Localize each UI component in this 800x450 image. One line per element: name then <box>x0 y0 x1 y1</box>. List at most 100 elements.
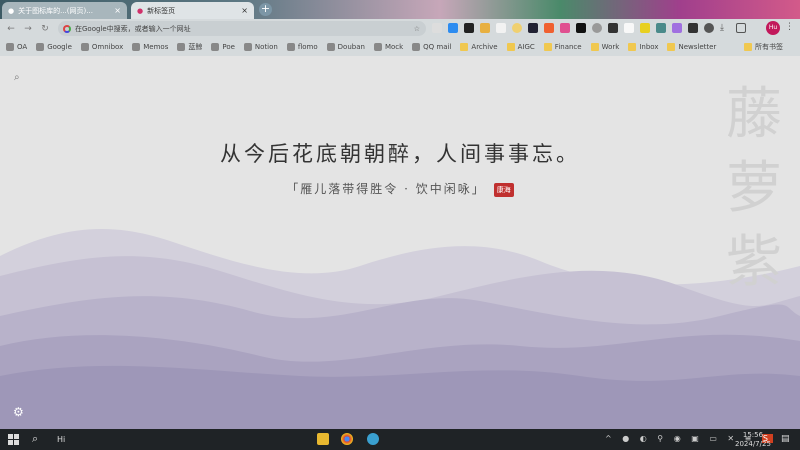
bookmark-label: OA <box>17 43 28 51</box>
forward-icon[interactable]: → <box>22 24 34 34</box>
browser-toolbar: ← → ↻ 在Google中搜索，或者输入一个网址 ☆ ⤓ Hu ⋮ <box>0 19 800 38</box>
bookmark-favicon-icon <box>177 43 186 51</box>
puzzle-icon[interactable] <box>704 23 714 33</box>
vertical-title: 藤 萝 紫 <box>724 78 784 300</box>
tab-title: 关于图标库的...(网页)... <box>18 6 93 15</box>
extension-icon[interactable] <box>656 23 666 33</box>
bookmark-favicon-icon <box>326 43 335 51</box>
address-placeholder: 在Google中搜索，或者输入一个网址 <box>75 24 191 33</box>
bookmark-favicon-icon <box>132 43 141 51</box>
bookmark-item[interactable]: Finance <box>543 43 582 51</box>
bookmark-label: Archive <box>471 43 498 51</box>
taskbar-app-icon[interactable] <box>367 433 379 445</box>
new-tab-button[interactable]: + <box>259 3 272 16</box>
side-panel-icon[interactable] <box>736 23 746 33</box>
extension-icon[interactable] <box>608 23 618 33</box>
bookmark-label: Notion <box>254 43 278 51</box>
tab-new-tab[interactable]: ● 新标签页 × <box>131 2 254 19</box>
extension-icon[interactable] <box>512 23 522 33</box>
chrome-icon[interactable] <box>341 433 353 445</box>
bookmark-favicon-icon <box>243 43 252 51</box>
extensions-area: ⤓ <box>432 23 746 33</box>
bookmark-label: Work <box>601 43 620 51</box>
extension-icon[interactable] <box>560 23 570 33</box>
bookmark-label: Newsletter <box>678 43 717 51</box>
clock[interactable]: 15:56 2024/7/25 <box>735 431 771 449</box>
bookmark-item[interactable]: AIGC <box>506 43 535 51</box>
download-icon[interactable]: ⤓ <box>720 23 730 33</box>
extension-icon[interactable] <box>480 23 490 33</box>
extension-icon[interactable] <box>640 23 650 33</box>
all-bookmarks-folder[interactable]: 所有书签 <box>744 42 783 52</box>
close-tab-icon[interactable]: × <box>114 6 121 15</box>
tab-github[interactable]: ● 关于图标库的...(网页)... × <box>2 2 127 19</box>
bookmark-favicon-icon <box>373 43 382 51</box>
bookmarks-bar: OA Google Omnibox Memos 蓝鲸 Poe Notion flomo Doub… <box>0 38 800 56</box>
extension-icon[interactable] <box>432 23 442 33</box>
bookmark-item[interactable]: Google <box>36 43 72 51</box>
bookmark-item[interactable]: Omnibox <box>80 43 124 51</box>
extension-icon[interactable] <box>448 23 458 33</box>
bookmark-item[interactable]: Douban <box>326 43 365 51</box>
settings-gear-icon[interactable]: ⚙ <box>13 405 24 419</box>
extension-icon[interactable] <box>528 23 538 33</box>
extension-icon[interactable] <box>592 23 602 33</box>
file-explorer-icon[interactable] <box>317 433 329 445</box>
bookmark-item[interactable]: Work <box>590 43 620 51</box>
vertical-char: 藤 <box>726 82 782 147</box>
bookmark-favicon-icon <box>6 43 14 51</box>
extension-icon[interactable] <box>688 23 698 33</box>
poem-title: 「雁儿落带得胜令 · 饮中闲咏」 <box>286 182 486 196</box>
bookmark-item[interactable]: Memos <box>132 43 168 51</box>
poem-source: 「雁儿落带得胜令 · 饮中闲咏」 康海 <box>0 180 800 197</box>
bookmark-favicon-icon <box>80 43 89 51</box>
bookmark-item[interactable]: QQ mail <box>412 43 451 51</box>
bookmark-item[interactable]: Inbox <box>628 43 658 51</box>
bookmark-item[interactable]: Notion <box>243 43 278 51</box>
bookmark-star-icon[interactable]: ☆ <box>414 25 420 33</box>
folder-icon <box>506 43 515 51</box>
close-tab-icon[interactable]: × <box>241 6 248 15</box>
bookmark-item[interactable]: Newsletter <box>667 43 716 51</box>
bookmark-favicon-icon <box>286 43 295 51</box>
taskbar-search-icon[interactable]: ⌕ <box>32 432 38 446</box>
bookmark-item[interactable]: Archive <box>460 43 498 51</box>
vertical-char: 萝 <box>726 156 782 221</box>
bookmark-label: Omnibox <box>91 43 124 51</box>
extension-icon[interactable] <box>544 23 554 33</box>
windows-start-icon[interactable] <box>8 434 19 445</box>
bookmark-item[interactable]: 蓝鲸 <box>177 42 202 52</box>
google-icon <box>63 24 71 33</box>
address-bar[interactable]: 在Google中搜索，或者输入一个网址 ☆ <box>58 21 426 36</box>
bookmark-item[interactable]: flomo <box>286 43 318 51</box>
bookmark-label: Douban <box>337 43 365 51</box>
bookmark-item[interactable]: Poe <box>211 43 235 51</box>
back-icon[interactable]: ← <box>5 24 17 34</box>
bookmark-label: Poe <box>222 43 235 51</box>
folder-icon <box>628 43 637 51</box>
bookmark-label: Google <box>47 43 72 51</box>
github-icon: ● <box>8 6 15 15</box>
notification-icon[interactable]: ▤ <box>781 434 790 444</box>
more-menu-icon[interactable]: ⋮ <box>785 22 794 32</box>
extension-icon[interactable] <box>624 23 634 33</box>
tab-favicon-icon: ● <box>137 6 144 15</box>
author-badge[interactable]: 康海 <box>493 182 514 197</box>
bookmark-label: Memos <box>143 43 169 51</box>
new-tab-page: ⌕ 藤 萝 紫 从今后花底朝朝醉，人间事事忘。 「雁儿落带得胜令 · 饮中闲咏」… <box>0 56 800 429</box>
bookmark-label: 蓝鲸 <box>188 43 203 51</box>
extension-icon[interactable] <box>576 23 586 33</box>
mountain-waves <box>0 229 800 429</box>
bookmark-label: Finance <box>554 43 582 51</box>
profile-avatar[interactable]: Hu <box>766 21 780 35</box>
bookmark-label: Inbox <box>639 43 659 51</box>
extension-icon[interactable] <box>496 23 506 33</box>
bookmark-label: Mock <box>384 43 404 51</box>
extension-icon[interactable] <box>672 23 682 33</box>
search-icon[interactable]: ⌕ <box>14 72 20 83</box>
extension-icon[interactable] <box>464 23 474 33</box>
reload-icon[interactable]: ↻ <box>39 24 51 34</box>
bookmark-item[interactable]: Mock <box>373 43 404 51</box>
bookmark-item[interactable]: OA <box>6 43 27 51</box>
taskbar-search-text[interactable]: Hi <box>57 435 65 444</box>
